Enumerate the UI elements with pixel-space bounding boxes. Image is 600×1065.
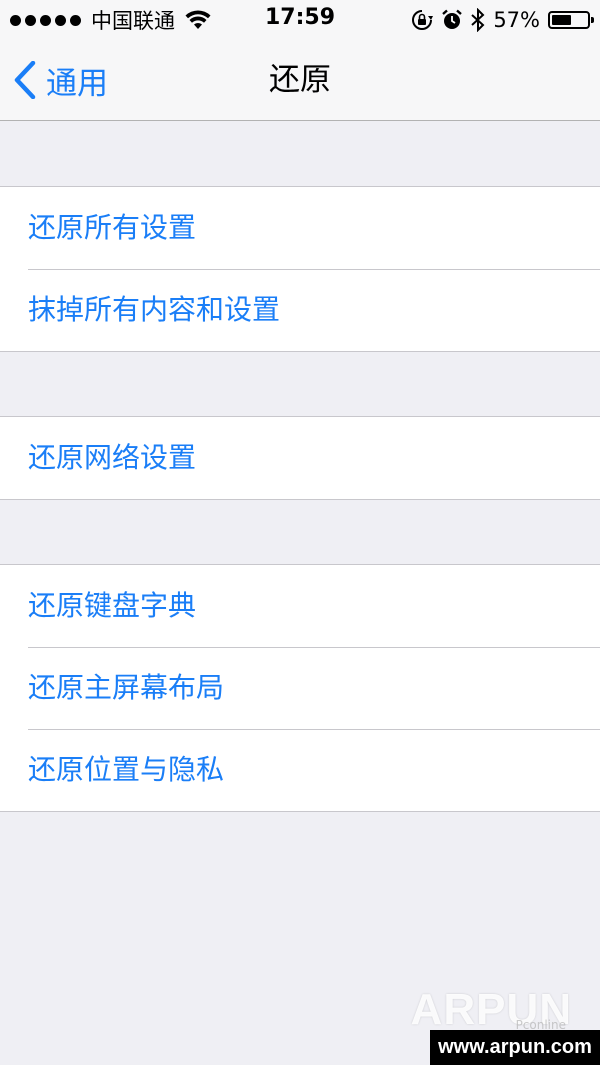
watermark-url: www.arpun.com — [430, 1030, 600, 1065]
reset-group-network: 还原网络设置 — [0, 416, 600, 500]
erase-all-content-item[interactable]: 抹掉所有内容和设置 — [0, 269, 600, 351]
battery-icon — [548, 11, 594, 29]
reset-location-privacy-item[interactable]: 还原位置与隐私 — [0, 729, 600, 811]
reset-group-other: 还原键盘字典 还原主屏幕布局 还原位置与隐私 — [0, 564, 600, 812]
navigation-bar: 通用 还原 — [0, 40, 600, 121]
reset-network-settings-item[interactable]: 还原网络设置 — [0, 417, 600, 499]
status-bar: 中国联通 17:59 57% — [0, 0, 600, 40]
reset-keyboard-dictionary-item[interactable]: 还原键盘字典 — [0, 565, 600, 647]
rotation-lock-icon — [412, 10, 434, 30]
status-right: 57% — [411, 6, 594, 34]
reset-all-settings-item[interactable]: 还原所有设置 — [0, 187, 600, 269]
page-title: 还原 — [269, 62, 331, 98]
alarm-icon — [442, 9, 463, 29]
reset-home-screen-layout-item[interactable]: 还原主屏幕布局 — [0, 647, 600, 729]
reset-group-general: 还原所有设置 抹掉所有内容和设置 — [0, 186, 600, 352]
bluetooth-icon — [471, 8, 485, 32]
battery-percent: 57% — [493, 8, 540, 32]
